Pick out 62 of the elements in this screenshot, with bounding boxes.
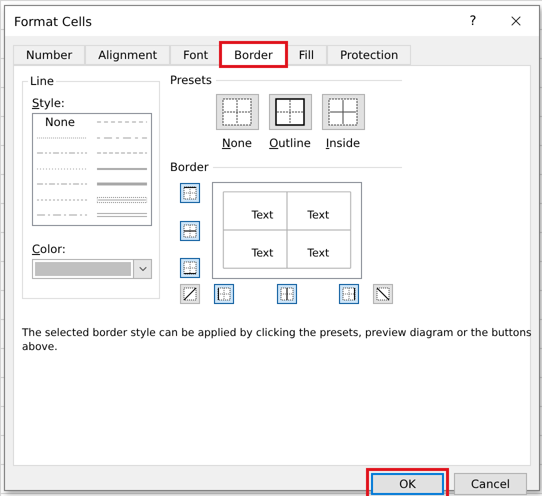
line-style-option[interactable] [37,134,87,140]
middle-horizontal-border-icon [183,224,197,238]
preset-label[interactable]: Outline [269,136,311,150]
style-label: Style: [32,96,66,110]
preset-label[interactable]: None [222,136,252,150]
left-border-icon [217,287,231,301]
border-toggle-button[interactable] [214,284,234,304]
line-style-option[interactable] [97,181,147,187]
border-toggle-button[interactable] [180,284,200,304]
window-title: Format Cells [14,14,93,28]
group-title: Line [28,74,56,88]
tab[interactable]: Fill [286,45,328,65]
line-style-option[interactable] [37,166,87,172]
line-style-option[interactable] [37,181,87,187]
inside-preset-icon [328,98,358,126]
preview-text: Text [307,208,330,222]
tab[interactable]: Border [221,43,286,66]
none-preset-icon [222,98,252,126]
cancel-button[interactable]: Cancel [454,473,527,495]
border-toggle-button[interactable] [180,220,200,240]
preset-button[interactable] [268,94,312,130]
line-style-option[interactable]: None [33,115,93,130]
tab[interactable]: Alignment [85,45,170,65]
preview-text: Text [252,246,274,260]
color-dropdown[interactable] [32,259,152,279]
description-text: The selected border style can be applied by clicking the presets, preview diagram or the buttons above. [22,326,532,354]
diagonal-up-border-icon [183,287,197,301]
section-title: Presets [170,73,212,87]
preview-text: Text [307,246,330,260]
right-border-icon [342,287,356,301]
tab[interactable]: Font [170,45,222,65]
line-style-option[interactable] [97,134,147,140]
line-style-option[interactable] [37,150,87,156]
line-style-option[interactable] [37,196,87,202]
tab[interactable]: Number [13,45,86,65]
border-toggle-button[interactable] [276,284,296,304]
border-toggle-button[interactable] [339,284,359,304]
tab[interactable]: Protection [327,45,412,65]
border-preview[interactable]: Text Text Text Text [212,182,362,279]
ok-button[interactable]: OK [371,473,444,495]
line-style-option[interactable] [97,196,147,202]
preview-text: Text [252,208,274,222]
line-style-option[interactable] [97,212,147,218]
border-toggle-button[interactable] [373,284,393,304]
border-toggle-button[interactable] [180,183,200,203]
top-border-icon [183,186,197,200]
diagonal-down-border-icon [376,287,390,301]
line-style-list[interactable]: None [32,113,152,226]
section-title: Border [170,160,209,174]
line-style-option[interactable] [97,150,147,156]
line-style-option[interactable] [97,119,147,125]
line-style-option[interactable] [97,166,147,172]
outline-preset-icon [275,98,305,126]
preset-button[interactable] [322,94,364,130]
line-style-option[interactable] [37,212,87,218]
middle-vertical-border-icon [280,287,294,301]
help-button[interactable]: ? [453,6,493,36]
bottom-border-icon [183,261,197,275]
border-toggle-button[interactable] [180,258,200,278]
preset-label[interactable]: Inside [326,136,360,150]
preset-button[interactable] [216,94,258,130]
color-label: Color: [32,242,67,256]
